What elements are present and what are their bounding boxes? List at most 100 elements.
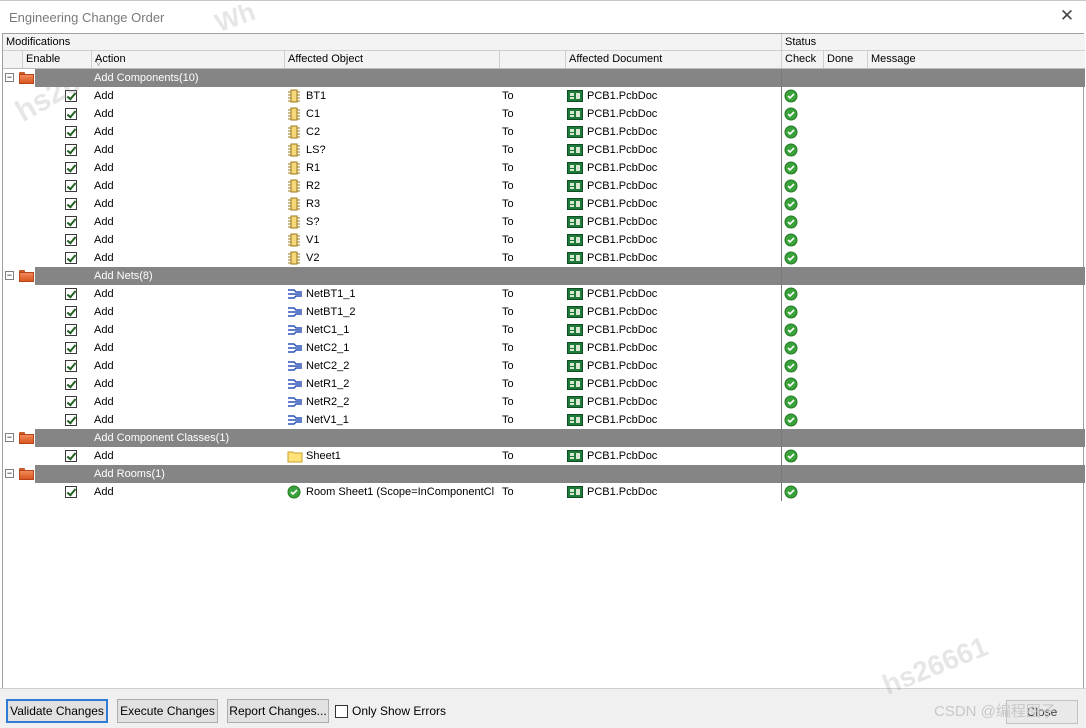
enable-checkbox[interactable] bbox=[65, 90, 77, 102]
enable-checkbox[interactable] bbox=[65, 450, 77, 462]
enable-checkbox[interactable] bbox=[65, 396, 77, 408]
table-row[interactable]: Add NetR2_2 To PCB1.PcbDoc bbox=[3, 393, 1085, 411]
affected-document-cell: PCB1.PcbDoc bbox=[587, 378, 658, 390]
action-cell: Add bbox=[94, 360, 114, 372]
check-passed-icon bbox=[784, 143, 798, 157]
table-row[interactable]: Add NetR1_2 To PCB1.PcbDoc bbox=[3, 375, 1085, 393]
to-cell: To bbox=[502, 360, 514, 372]
to-cell: To bbox=[502, 108, 514, 120]
table-row[interactable]: Add NetC2_2 To PCB1.PcbDoc bbox=[3, 357, 1085, 375]
collapse-toggle-icon[interactable]: − bbox=[5, 433, 14, 442]
action-cell: Add bbox=[94, 450, 114, 462]
validate-changes-button[interactable]: Validate Changes bbox=[6, 699, 108, 723]
check-passed-icon bbox=[784, 251, 798, 265]
table-row[interactable]: Add BT1 To PCB1.PcbDoc bbox=[3, 87, 1085, 105]
only-show-errors-checkbox[interactable] bbox=[335, 705, 348, 718]
enable-checkbox[interactable] bbox=[65, 378, 77, 390]
table-row[interactable]: Add C2 To PCB1.PcbDoc bbox=[3, 123, 1085, 141]
group-row[interactable]: − Add Components(10) bbox=[3, 69, 1085, 87]
header-band: Modifications Status bbox=[3, 34, 1085, 51]
column-done[interactable]: Done bbox=[823, 51, 867, 68]
enable-checkbox[interactable] bbox=[65, 216, 77, 228]
pcb-document-icon bbox=[567, 108, 583, 120]
table-row[interactable]: Add R3 To PCB1.PcbDoc bbox=[3, 195, 1085, 213]
column-to[interactable] bbox=[499, 51, 565, 68]
table-row[interactable]: Add R2 To PCB1.PcbDoc bbox=[3, 177, 1085, 195]
table-row[interactable]: Add Room Sheet1 (Scope=InComponentCl To PCB… bbox=[3, 483, 1085, 501]
collapse-toggle-icon[interactable]: − bbox=[5, 469, 14, 478]
action-cell: Add bbox=[94, 162, 114, 174]
collapse-toggle-icon[interactable]: − bbox=[5, 73, 14, 82]
component-icon bbox=[287, 143, 301, 157]
table-row[interactable]: Add Sheet1 To PCB1.PcbDoc bbox=[3, 447, 1085, 465]
pcb-document-icon bbox=[567, 306, 583, 318]
enable-checkbox[interactable] bbox=[65, 306, 77, 318]
column-message[interactable]: Message bbox=[867, 51, 1085, 68]
table-row[interactable]: Add NetC1_1 To PCB1.PcbDoc bbox=[3, 321, 1085, 339]
affected-document-cell: PCB1.PcbDoc bbox=[587, 126, 658, 138]
table-row[interactable]: Add NetV1_1 To PCB1.PcbDoc bbox=[3, 411, 1085, 429]
group-row[interactable]: − Add Component Classes(1) bbox=[3, 429, 1085, 447]
enable-checkbox[interactable] bbox=[65, 198, 77, 210]
folder-icon bbox=[19, 72, 34, 84]
column-headers: Enable ▽ Action Affected Object Affected… bbox=[3, 51, 1085, 69]
to-cell: To bbox=[502, 306, 514, 318]
action-cell: Add bbox=[94, 396, 114, 408]
to-cell: To bbox=[502, 324, 514, 336]
enable-checkbox[interactable] bbox=[65, 414, 77, 426]
enable-checkbox[interactable] bbox=[65, 252, 77, 264]
table-row[interactable]: Add R1 To PCB1.PcbDoc bbox=[3, 159, 1085, 177]
enable-checkbox[interactable] bbox=[65, 234, 77, 246]
action-cell: Add bbox=[94, 216, 114, 228]
table-row[interactable]: Add NetBT1_1 To PCB1.PcbDoc bbox=[3, 285, 1085, 303]
check-passed-icon bbox=[784, 323, 798, 337]
table-row[interactable]: Add C1 To PCB1.PcbDoc bbox=[3, 105, 1085, 123]
pcb-document-icon bbox=[567, 180, 583, 192]
enable-checkbox[interactable] bbox=[65, 162, 77, 174]
table-row[interactable]: Add LS? To PCB1.PcbDoc bbox=[3, 141, 1085, 159]
pcb-document-icon bbox=[567, 288, 583, 300]
to-cell: To bbox=[502, 396, 514, 408]
enable-checkbox[interactable] bbox=[65, 360, 77, 372]
execute-changes-button[interactable]: Execute Changes bbox=[117, 699, 218, 723]
table-row[interactable]: Add NetC2_1 To PCB1.PcbDoc bbox=[3, 339, 1085, 357]
table-row[interactable]: Add V1 To PCB1.PcbDoc bbox=[3, 231, 1085, 249]
affected-document-cell: PCB1.PcbDoc bbox=[587, 162, 658, 174]
status-header: Status bbox=[781, 34, 1085, 50]
column-action[interactable]: Action bbox=[91, 51, 284, 68]
group-row[interactable]: − Add Nets(8) bbox=[3, 267, 1085, 285]
table-row[interactable]: Add NetBT1_2 To PCB1.PcbDoc bbox=[3, 303, 1085, 321]
enable-checkbox[interactable] bbox=[65, 486, 77, 498]
title-bar: Engineering Change Order ✕ bbox=[0, 0, 1086, 33]
check-passed-icon bbox=[784, 107, 798, 121]
collapse-toggle-icon[interactable]: − bbox=[5, 271, 14, 280]
check-passed-icon bbox=[784, 215, 798, 229]
affected-document-cell: PCB1.PcbDoc bbox=[587, 324, 658, 336]
folder-icon bbox=[19, 432, 34, 444]
close-icon[interactable]: ✕ bbox=[1058, 7, 1076, 25]
group-label: Add Component Classes(1) bbox=[94, 432, 230, 444]
component-icon bbox=[287, 125, 301, 139]
affected-document-cell: PCB1.PcbDoc bbox=[587, 306, 658, 318]
column-enable[interactable]: Enable ▽ bbox=[22, 51, 102, 68]
enable-checkbox[interactable] bbox=[65, 108, 77, 120]
report-changes-button[interactable]: Report Changes... bbox=[227, 699, 329, 723]
column-affected-document[interactable]: Affected Document bbox=[565, 51, 781, 68]
column-check[interactable]: Check bbox=[781, 51, 823, 68]
enable-checkbox[interactable] bbox=[65, 288, 77, 300]
group-row[interactable]: − Add Rooms(1) bbox=[3, 465, 1085, 483]
table-row[interactable]: Add S? To PCB1.PcbDoc bbox=[3, 213, 1085, 231]
column-affected-object[interactable]: Affected Object bbox=[284, 51, 499, 68]
enable-checkbox[interactable] bbox=[65, 324, 77, 336]
affected-object-cell: Sheet1 bbox=[306, 450, 341, 462]
pcb-document-icon bbox=[567, 342, 583, 354]
to-cell: To bbox=[502, 144, 514, 156]
check-passed-icon bbox=[784, 287, 798, 301]
enable-checkbox[interactable] bbox=[65, 126, 77, 138]
enable-checkbox[interactable] bbox=[65, 342, 77, 354]
to-cell: To bbox=[502, 198, 514, 210]
table-row[interactable]: Add V2 To PCB1.PcbDoc bbox=[3, 249, 1085, 267]
enable-checkbox[interactable] bbox=[65, 144, 77, 156]
affected-object-cell: NetC2_1 bbox=[306, 342, 350, 354]
enable-checkbox[interactable] bbox=[65, 180, 77, 192]
